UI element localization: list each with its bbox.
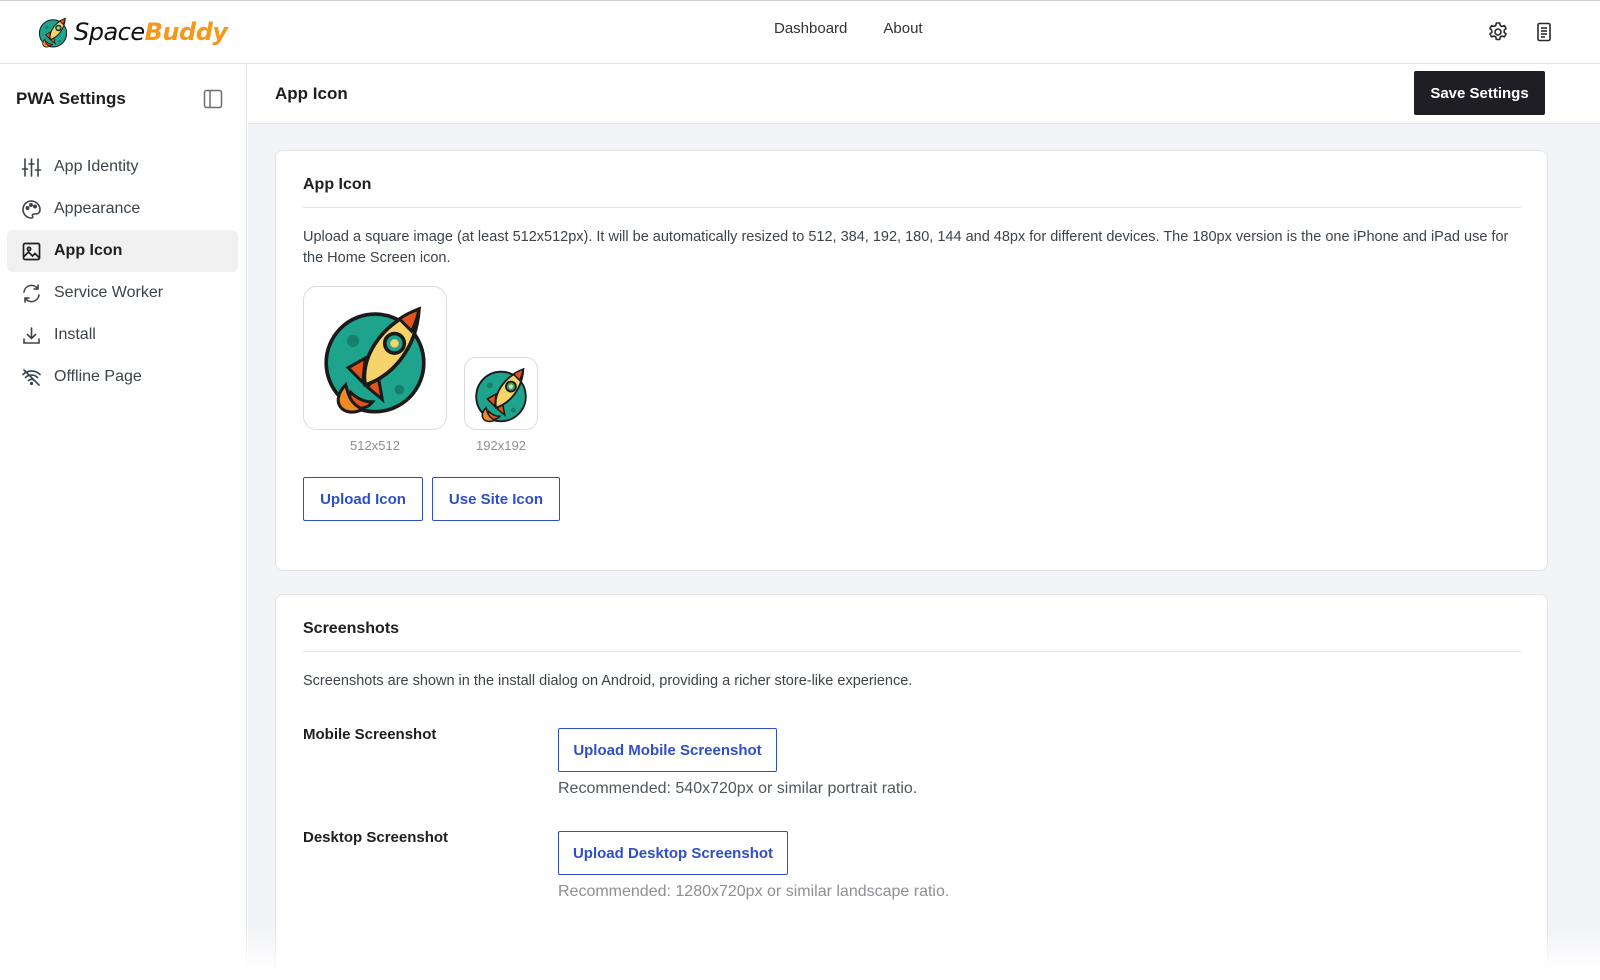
save-settings-button[interactable]: Save Settings bbox=[1414, 71, 1545, 115]
refresh-icon bbox=[21, 283, 42, 304]
sidebar: PWA Settings App Identity Appearance App… bbox=[0, 64, 247, 980]
main-content: App Icon Save Settings App Icon Upload a… bbox=[248, 64, 1600, 980]
bottom-fade-overlay bbox=[0, 930, 1600, 980]
icon-size-caption: 192x192 bbox=[476, 438, 526, 453]
sidebar-item-service-worker[interactable]: Service Worker bbox=[7, 272, 238, 314]
card-title: Screenshots bbox=[303, 620, 400, 637]
icon-preview-512: 512x512 bbox=[303, 286, 447, 453]
divider bbox=[303, 651, 1521, 652]
upload-mobile-screenshot-button[interactable]: Upload Mobile Screenshot bbox=[558, 728, 777, 772]
sidebar-item-label: Offline Page bbox=[54, 368, 142, 385]
document-icon[interactable] bbox=[1532, 20, 1556, 44]
card-title: App Icon bbox=[303, 176, 372, 193]
icon-preview-192: 192x192 bbox=[464, 357, 538, 453]
top-actions bbox=[1486, 20, 1556, 44]
sidebar-item-label: App Icon bbox=[54, 242, 123, 259]
rocket-app-icon bbox=[314, 297, 436, 419]
card-description: Upload a square image (at least 512x512p… bbox=[303, 229, 1509, 266]
sidebar-item-label: Service Worker bbox=[54, 284, 164, 301]
sidebar-item-label: App Identity bbox=[54, 158, 139, 175]
card-description: Screenshots are shown in the install dia… bbox=[303, 673, 913, 689]
use-site-icon-button[interactable]: Use Site Icon bbox=[432, 477, 560, 521]
download-icon bbox=[21, 325, 42, 346]
screenshots-card: Screenshots Screenshots are shown in the… bbox=[275, 594, 1548, 980]
sidebar-header: PWA Settings bbox=[16, 88, 224, 110]
sidebar-item-app-icon[interactable]: App Icon bbox=[7, 230, 238, 272]
sidebar-nav: App Identity Appearance App Icon Service… bbox=[7, 146, 238, 398]
sidebar-item-offline-page[interactable]: Offline Page bbox=[7, 356, 238, 398]
icon-preview-frame bbox=[464, 357, 538, 430]
wifi-off-icon bbox=[21, 367, 42, 388]
gear-icon[interactable] bbox=[1486, 20, 1510, 44]
sidebar-item-appearance[interactable]: Appearance bbox=[7, 188, 238, 230]
app-icon-card: App Icon Upload a square image (at least… bbox=[275, 150, 1548, 571]
desktop-screenshot-hint: Recommended: 1280x720px or similar lands… bbox=[558, 883, 950, 900]
sidebar-item-app-identity[interactable]: App Identity bbox=[7, 146, 238, 188]
mobile-screenshot-hint: Recommended: 540x720px or similar portra… bbox=[558, 780, 918, 797]
image-icon bbox=[21, 241, 42, 262]
rocket-logo-icon bbox=[36, 14, 70, 50]
rocket-app-icon bbox=[470, 363, 532, 425]
icon-preview-frame bbox=[303, 286, 447, 430]
page-title: App Icon bbox=[275, 84, 348, 103]
divider bbox=[303, 207, 1521, 208]
sidebar-title: PWA Settings bbox=[16, 89, 126, 108]
upload-icon-button[interactable]: Upload Icon bbox=[303, 477, 423, 521]
sidebar-item-install[interactable]: Install bbox=[7, 314, 238, 356]
sidebar-toggle-icon[interactable] bbox=[202, 88, 224, 110]
nav-dashboard[interactable]: Dashboard bbox=[774, 20, 847, 37]
sidebar-item-label: Install bbox=[54, 326, 96, 343]
sliders-icon bbox=[21, 157, 42, 178]
icon-size-caption: 512x512 bbox=[350, 438, 400, 453]
palette-icon bbox=[21, 199, 42, 220]
desktop-screenshot-label: Desktop Screenshot bbox=[303, 829, 449, 846]
upload-desktop-screenshot-button[interactable]: Upload Desktop Screenshot bbox=[558, 831, 788, 875]
top-nav: Dashboard About bbox=[774, 20, 923, 37]
page-header: App Icon Save Settings bbox=[248, 64, 1600, 124]
brand-name: SpaceBuddy bbox=[74, 18, 228, 46]
sidebar-item-label: Appearance bbox=[54, 200, 141, 217]
mobile-screenshot-label: Mobile Screenshot bbox=[303, 726, 437, 743]
top-bar: SpaceBuddy Dashboard About bbox=[0, 0, 1600, 64]
nav-about[interactable]: About bbox=[883, 20, 922, 37]
brand-logo[interactable]: SpaceBuddy bbox=[36, 14, 228, 50]
